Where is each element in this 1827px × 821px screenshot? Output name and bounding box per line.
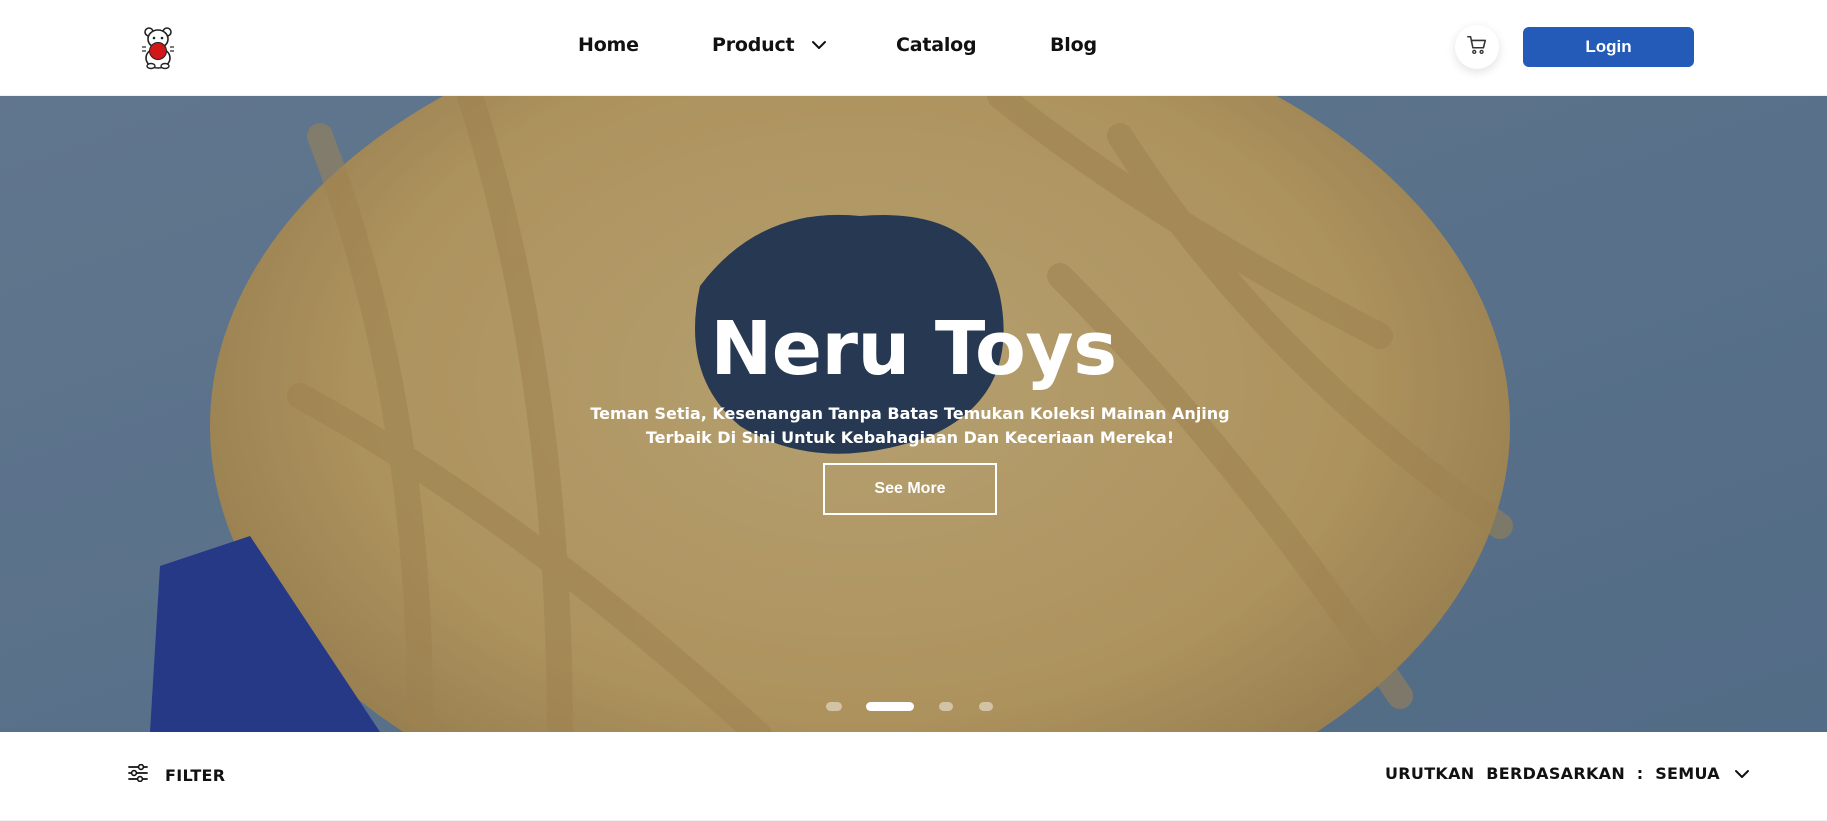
sliders-icon — [128, 763, 148, 786]
filter-label: FILTER — [165, 765, 226, 785]
carousel-dot-3[interactable] — [939, 702, 953, 711]
sort-label: URUTKAN BERDASARKAN : SEMUA — [1385, 764, 1720, 783]
cart-icon — [1466, 34, 1488, 60]
bear-logo-icon[interactable] — [138, 24, 178, 70]
carousel-dot-4[interactable] — [979, 702, 993, 711]
carousel-dot-1[interactable] — [826, 702, 842, 711]
site-header: Home Product Catalog Blog Login — [0, 0, 1827, 96]
nav-home-link[interactable]: Home — [578, 34, 639, 56]
cart-button[interactable] — [1455, 25, 1499, 69]
see-more-button[interactable]: See More — [823, 463, 997, 515]
nav-blog-link[interactable]: Blog — [1050, 34, 1097, 56]
login-button[interactable]: Login — [1523, 27, 1694, 67]
hero-title: Neru Toys — [710, 306, 1117, 392]
nav-catalog-link[interactable]: Catalog — [896, 34, 977, 56]
nav-product-dropdown[interactable]: Product — [712, 34, 827, 56]
carousel-dot-2[interactable] — [866, 702, 914, 711]
chevron-down-icon — [1734, 764, 1750, 783]
chevron-down-icon — [811, 33, 827, 55]
sort-dropdown[interactable]: URUTKAN BERDASARKAN : SEMUA — [1385, 764, 1750, 783]
filter-sort-bar: FILTER URUTKAN BERDASARKAN : SEMUA — [0, 732, 1827, 821]
hero-carousel: Neru Toys Teman Setia, Kesenangan Tanpa … — [0, 96, 1827, 732]
filter-button[interactable]: FILTER — [128, 763, 226, 786]
hero-subtitle: Teman Setia, Kesenangan Tanpa Batas Temu… — [590, 404, 1230, 447]
nav-product-label: Product — [712, 34, 795, 56]
carousel-indicators — [0, 702, 1827, 712]
